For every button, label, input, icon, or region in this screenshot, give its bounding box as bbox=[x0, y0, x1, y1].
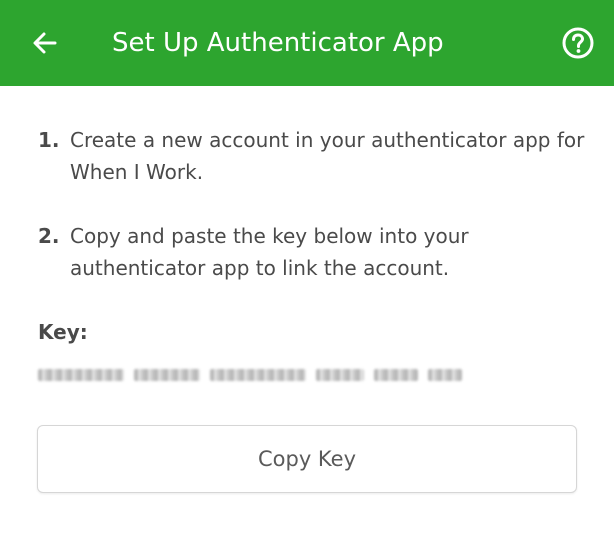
instruction-step: 2. Copy and paste the key below into you… bbox=[38, 220, 588, 284]
instructions: 1. Create a new account in your authenti… bbox=[38, 124, 588, 386]
arrow-left-icon bbox=[33, 32, 57, 54]
copy-key-button[interactable]: Copy Key bbox=[37, 425, 577, 493]
key-label: Key: bbox=[38, 320, 88, 344]
step-number: 1. bbox=[38, 128, 60, 152]
step-text: Copy and paste the key below into your a… bbox=[70, 224, 469, 280]
question-circle-icon bbox=[562, 27, 594, 59]
step-number: 2. bbox=[38, 224, 60, 248]
back-button[interactable] bbox=[28, 26, 62, 60]
app-header: Set Up Authenticator App bbox=[0, 0, 614, 86]
page-title: Set Up Authenticator App bbox=[112, 28, 444, 58]
help-button[interactable] bbox=[561, 26, 595, 60]
instruction-step: 1. Create a new account in your authenti… bbox=[38, 124, 588, 188]
key-value-obscured[interactable] bbox=[38, 364, 588, 386]
step-text: Create a new account in your authenticat… bbox=[70, 128, 585, 184]
